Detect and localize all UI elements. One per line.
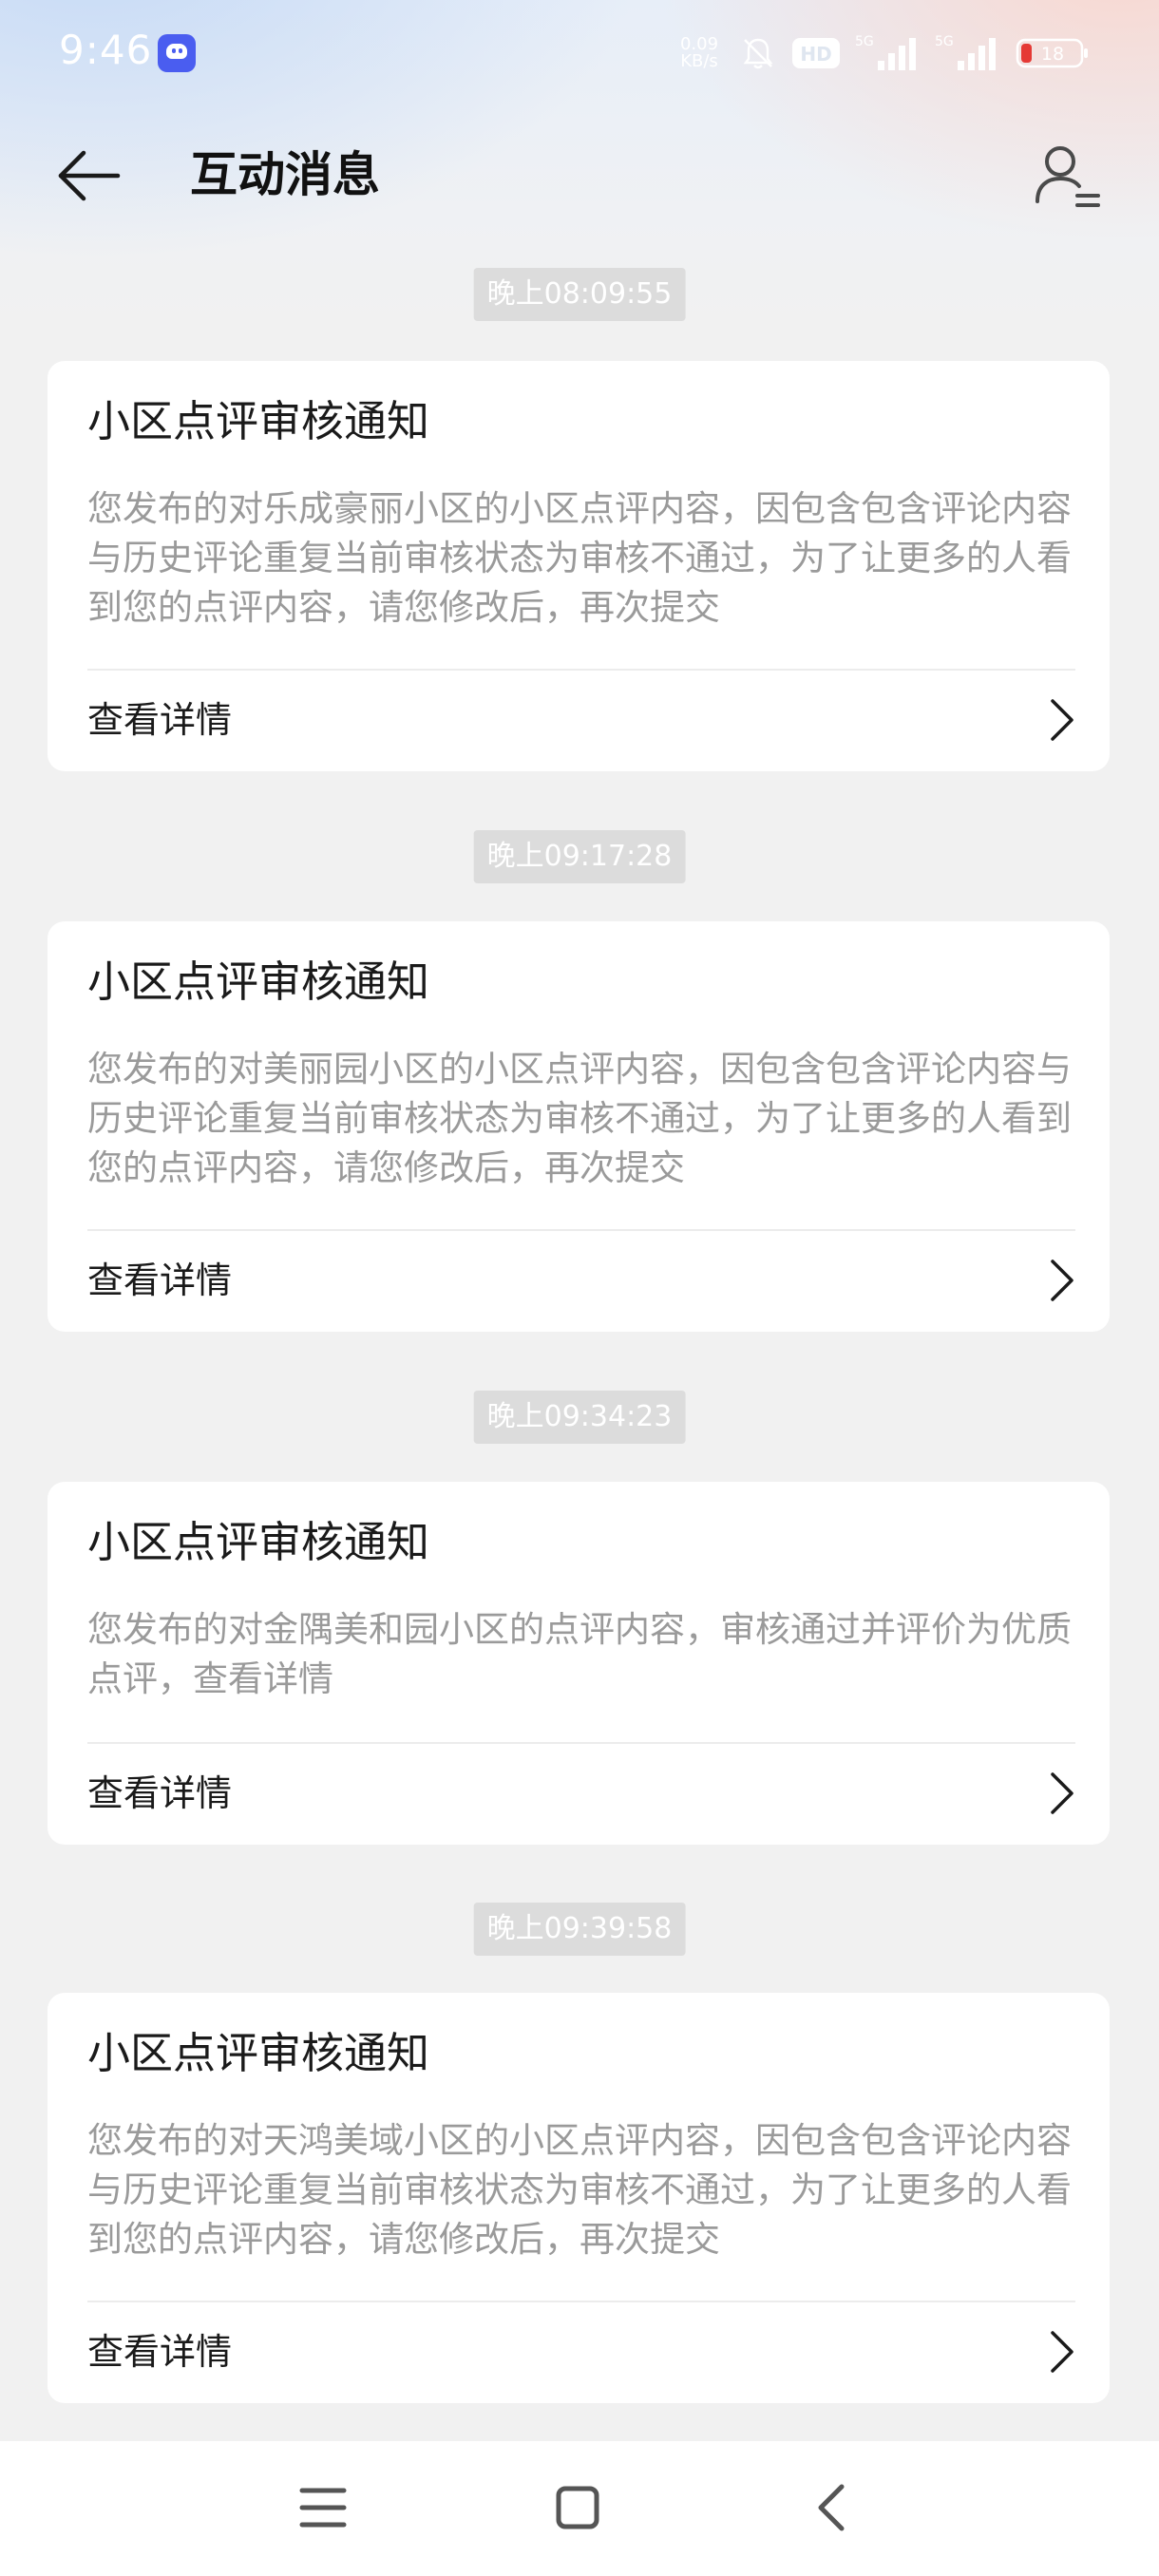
status-indicators: 0.09 KB/s HD 5G 5G 18 bbox=[673, 30, 1091, 76]
hd-icon: HD bbox=[790, 34, 842, 72]
hd-label: HD bbox=[800, 43, 831, 66]
message-card: 小区点评审核通知 您发布的对美丽园小区的小区点评内容，因包含包含评论内容与历史评… bbox=[48, 921, 1110, 1332]
chevron-right-icon bbox=[1051, 1260, 1074, 1301]
app-notification-icon bbox=[158, 34, 196, 72]
view-details-link[interactable]: 查看详情 bbox=[48, 2301, 1110, 2403]
back-chevron-icon bbox=[818, 2484, 845, 2531]
chevron-right-icon bbox=[1051, 2331, 1074, 2373]
status-bar: 9:46 0.09 KB/s HD 5G 5G 18 bbox=[0, 0, 1159, 104]
card-body: 您发布的对乐成豪丽小区的小区点评内容，因包含包含评论内容与历史评论重复当前审核状… bbox=[87, 488, 1072, 628]
card-title: 小区点评审核通知 bbox=[87, 2028, 430, 2078]
chevron-right-icon bbox=[1051, 699, 1074, 741]
nav-back-button[interactable] bbox=[794, 2470, 870, 2546]
menu-icon bbox=[299, 2488, 347, 2528]
signal-5g-icon: 5G bbox=[935, 32, 1001, 74]
message-timestamp: 晚上09:34:23 bbox=[473, 1391, 686, 1444]
message-card: 小区点评审核通知 您发布的对金隅美和园小区的点评内容，审核通过并评价为优质点评，… bbox=[48, 1482, 1110, 1845]
battery-icon: 18 bbox=[1015, 34, 1091, 72]
app-header: 互动消息 bbox=[0, 123, 1159, 228]
recent-apps-button[interactable] bbox=[285, 2470, 361, 2546]
system-nav-bar bbox=[0, 2441, 1159, 2576]
view-details-link[interactable]: 查看详情 bbox=[48, 1742, 1110, 1845]
card-body: 您发布的对美丽园小区的小区点评内容，因包含包含评论内容与历史评论重复当前审核状态… bbox=[87, 1049, 1072, 1188]
view-details-link[interactable]: 查看详情 bbox=[48, 1229, 1110, 1332]
card-body: 您发布的对天鸿美域小区的小区点评内容，因包含包含评论内容与历史评论重复当前审核状… bbox=[87, 2120, 1072, 2260]
bell-off-icon bbox=[739, 34, 777, 72]
signal-5g-icon: 5G bbox=[855, 32, 922, 74]
card-title: 小区点评审核通知 bbox=[87, 396, 430, 446]
card-title: 小区点评审核通知 bbox=[87, 957, 430, 1007]
arrow-left-icon bbox=[58, 150, 121, 201]
home-icon bbox=[556, 2486, 599, 2529]
network-speed-unit: KB/s bbox=[680, 51, 718, 71]
user-list-icon bbox=[1036, 146, 1100, 207]
page-title: 互动消息 bbox=[190, 147, 380, 202]
view-details-label: 查看详情 bbox=[87, 1772, 233, 1814]
battery-level: 18 bbox=[1041, 44, 1064, 65]
message-timestamp: 晚上09:17:28 bbox=[473, 830, 686, 883]
message-timestamp: 晚上09:39:58 bbox=[473, 1903, 686, 1956]
back-button[interactable] bbox=[55, 142, 131, 209]
home-button[interactable] bbox=[540, 2470, 616, 2546]
card-title: 小区点评审核通知 bbox=[87, 1517, 430, 1567]
view-details-label: 查看详情 bbox=[87, 1260, 233, 1301]
network-speed: 0.09 KB/s bbox=[673, 36, 726, 70]
message-card: 小区点评审核通知 您发布的对天鸿美域小区的小区点评内容，因包含包含评论内容与历史… bbox=[48, 1993, 1110, 2403]
profile-button[interactable] bbox=[1032, 141, 1104, 213]
signal1-label: 5G bbox=[855, 34, 874, 49]
view-details-label: 查看详情 bbox=[87, 2331, 233, 2373]
card-body: 您发布的对金隅美和园小区的点评内容，审核通过并评价为优质点评，查看详情 bbox=[87, 1609, 1072, 1699]
signal2-label: 5G bbox=[935, 34, 954, 49]
message-card: 小区点评审核通知 您发布的对乐成豪丽小区的小区点评内容，因包含包含评论内容与历史… bbox=[48, 361, 1110, 771]
view-details-label: 查看详情 bbox=[87, 699, 233, 741]
chevron-right-icon bbox=[1051, 1772, 1074, 1814]
message-timestamp: 晚上08:09:55 bbox=[473, 268, 686, 321]
view-details-link[interactable]: 查看详情 bbox=[48, 669, 1110, 771]
status-time: 9:46 bbox=[59, 27, 153, 73]
